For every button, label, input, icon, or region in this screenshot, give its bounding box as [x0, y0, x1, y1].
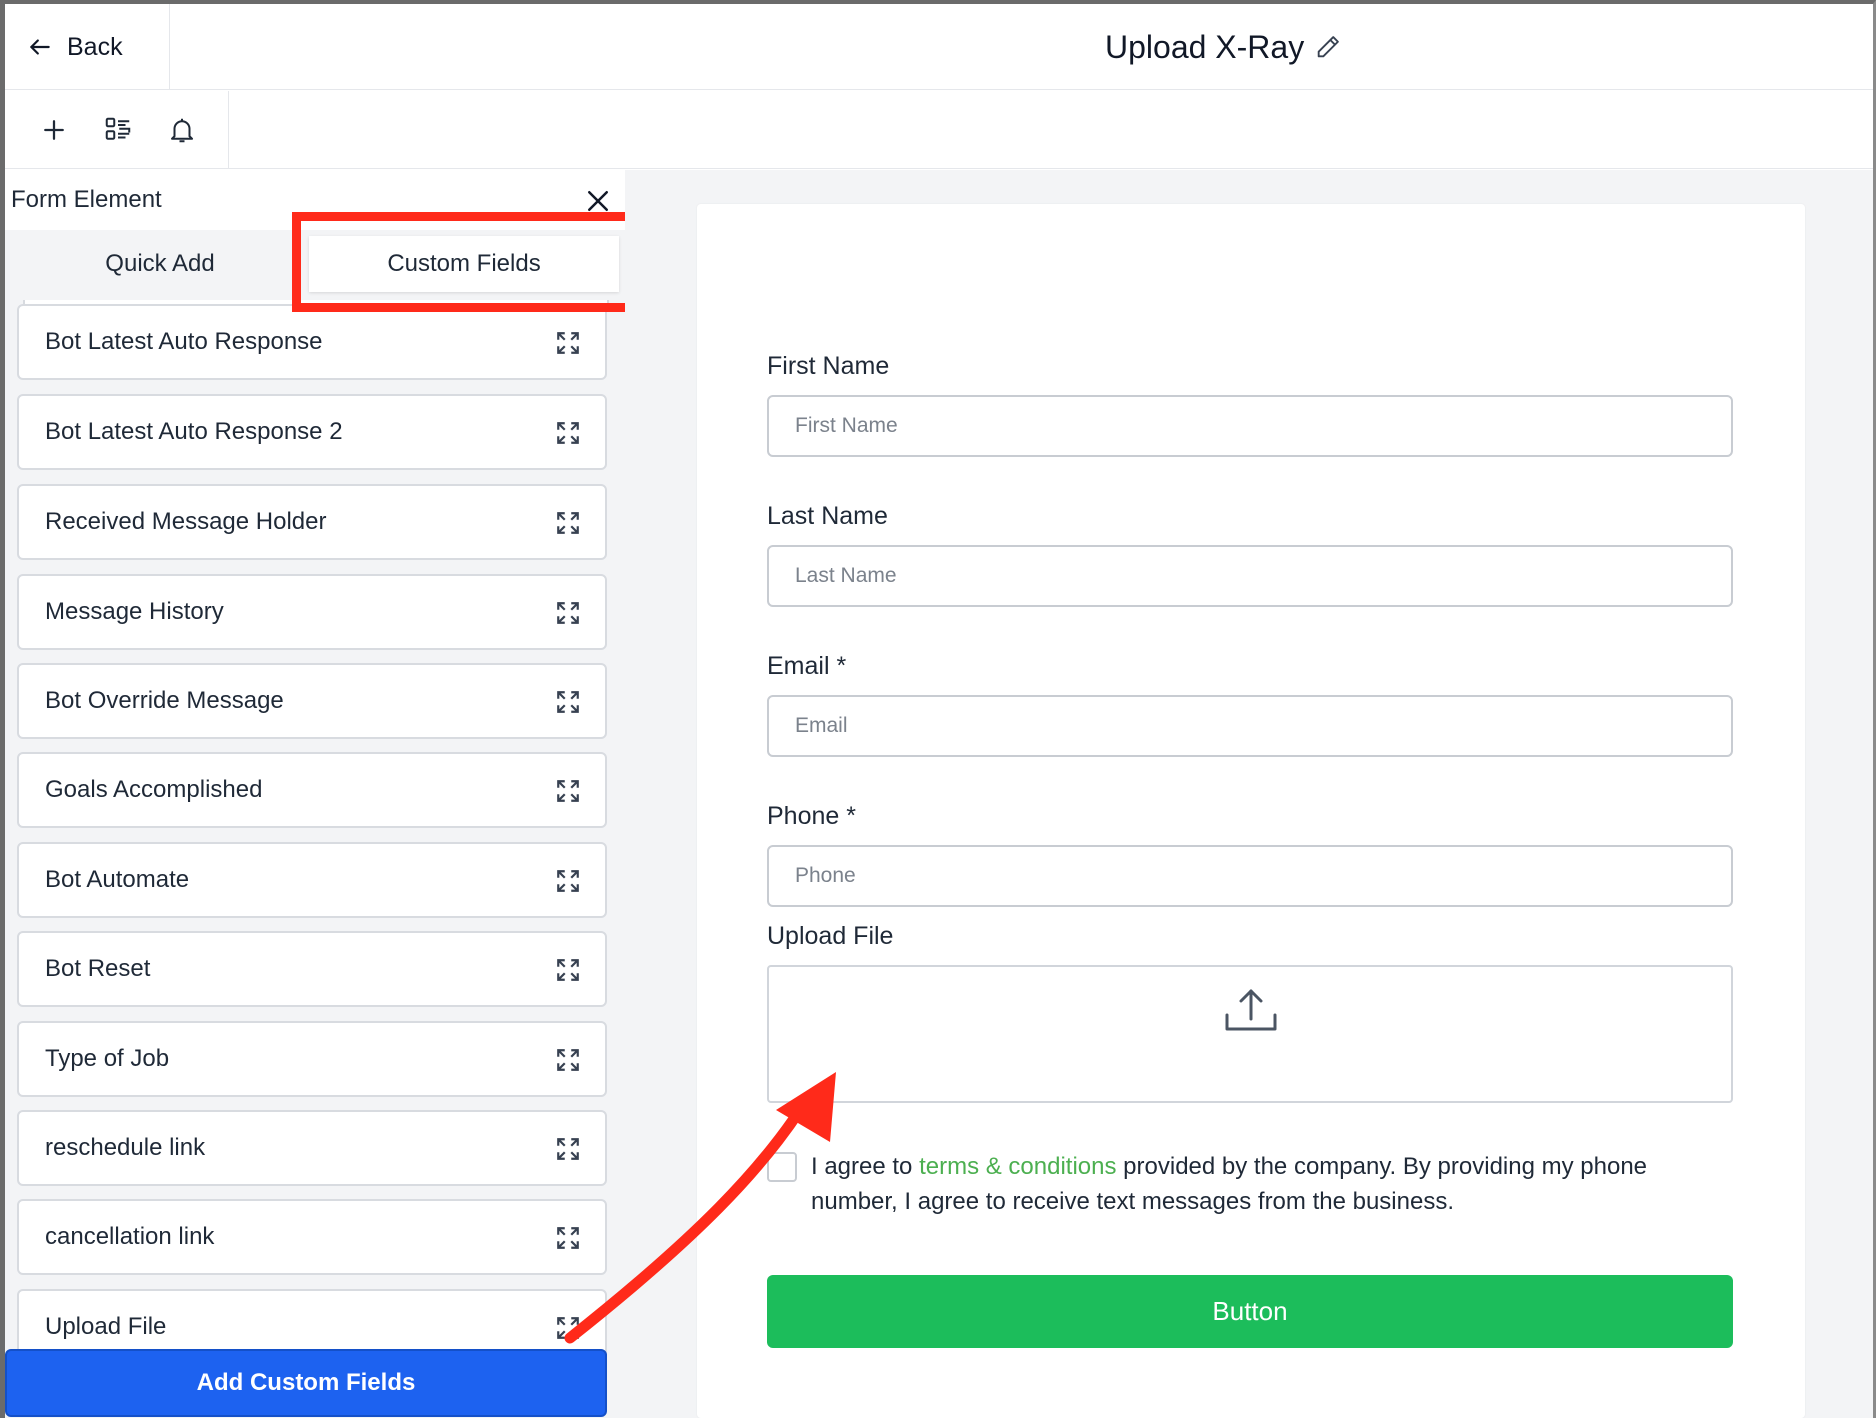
tool-icons — [5, 91, 229, 169]
form-element-panel: Form Element Quick Add Custom Fields Bot… — [5, 170, 625, 1418]
list-item-label: Bot Latest Auto Response 2 — [45, 418, 343, 445]
expand-icon — [557, 422, 579, 444]
last-name-label: Last Name — [767, 502, 888, 530]
list-item-label: Message History — [45, 598, 224, 625]
expand-icon — [557, 332, 579, 354]
form-card: First Name Last Name Email * Phone * Upl… — [697, 204, 1805, 1418]
email-label: Email * — [767, 652, 847, 680]
top-bar: Back Upload X-Ray — [5, 4, 1873, 90]
list-item-label: Bot Override Message — [45, 687, 284, 714]
custom-field-list[interactable]: Bot Latest Auto Response Bot Latest Auto… — [5, 300, 625, 1418]
list-item[interactable]: Bot Latest Auto Response — [17, 304, 607, 380]
back-label: Back — [67, 32, 123, 61]
first-name-label: First Name — [767, 352, 890, 380]
submit-button[interactable]: Button — [767, 1275, 1733, 1348]
list-item-label: Received Message Holder — [45, 508, 327, 535]
list-item[interactable]: Bot Reset — [17, 931, 607, 1007]
list-item[interactable]: Message History — [17, 574, 607, 650]
list-item[interactable]: Bot Latest Auto Response 2 — [17, 394, 607, 470]
add-custom-fields-button[interactable]: Add Custom Fields — [5, 1349, 607, 1417]
email-field[interactable] — [767, 695, 1733, 757]
pencil-icon[interactable] — [1314, 33, 1342, 61]
expand-icon — [557, 1049, 579, 1071]
upload-icon — [1225, 989, 1277, 1031]
list-item-label: cancellation link — [45, 1223, 215, 1250]
plus-icon[interactable] — [39, 115, 69, 145]
terms-link[interactable]: terms & conditions — [919, 1153, 1116, 1180]
page-title-group: Upload X-Ray — [1105, 4, 1342, 90]
list-item[interactable]: reschedule link — [17, 1110, 607, 1186]
last-name-field[interactable] — [767, 545, 1733, 607]
panel-title: Form Element — [11, 186, 162, 213]
expand-icon — [557, 691, 579, 713]
list-item-label: Bot Reset — [45, 955, 151, 982]
expand-icon — [557, 512, 579, 534]
list-item[interactable]: Bot Automate — [17, 842, 607, 918]
list-item-label: Goals Accomplished — [45, 776, 263, 803]
consent-text-before: I agree to — [811, 1153, 920, 1180]
list-item-label: Bot Automate — [45, 866, 190, 893]
consent-checkbox[interactable] — [767, 1152, 797, 1182]
tab-quick-add[interactable]: Quick Add — [15, 236, 305, 292]
panel-tabs: Quick Add Custom Fields — [5, 230, 625, 296]
list-item-label: Upload File — [45, 1313, 167, 1340]
expand-icon — [557, 1317, 579, 1339]
list-item[interactable]: cancellation link — [17, 1199, 607, 1275]
page-title: Upload X-Ray — [1105, 28, 1305, 65]
expand-icon — [557, 780, 579, 802]
expand-icon — [557, 1138, 579, 1160]
phone-label: Phone * — [767, 802, 856, 830]
close-icon[interactable] — [583, 186, 613, 216]
list-item-label: Type of Job — [45, 1045, 170, 1072]
list-item[interactable]: Goals Accomplished — [17, 752, 607, 828]
expand-icon — [557, 1227, 579, 1249]
expand-icon — [557, 870, 579, 892]
list-item[interactable]: Type of Job — [17, 1021, 607, 1097]
list-item-label: Bot Latest Auto Response — [45, 328, 323, 355]
consent-text: I agree to terms & conditions provided b… — [811, 1149, 1731, 1219]
layout-icon[interactable] — [103, 115, 133, 145]
bell-icon[interactable] — [167, 115, 197, 145]
back-button[interactable]: Back — [5, 4, 170, 90]
list-item[interactable]: Received Message Holder — [17, 484, 607, 560]
tab-custom-fields[interactable]: Custom Fields — [309, 236, 619, 292]
expand-icon — [557, 959, 579, 981]
panel-header: Form Element — [5, 170, 625, 230]
tool-row — [5, 91, 1873, 169]
list-item-label: reschedule link — [45, 1134, 206, 1161]
form-canvas: First Name Last Name Email * Phone * Upl… — [625, 170, 1873, 1418]
phone-field[interactable] — [767, 845, 1733, 907]
expand-icon — [557, 602, 579, 624]
upload-file-label: Upload File — [767, 922, 894, 950]
first-name-field[interactable] — [767, 395, 1733, 457]
arrow-left-icon — [30, 39, 50, 55]
upload-dropzone[interactable] — [767, 965, 1733, 1103]
list-item[interactable]: Bot Override Message — [17, 663, 607, 739]
